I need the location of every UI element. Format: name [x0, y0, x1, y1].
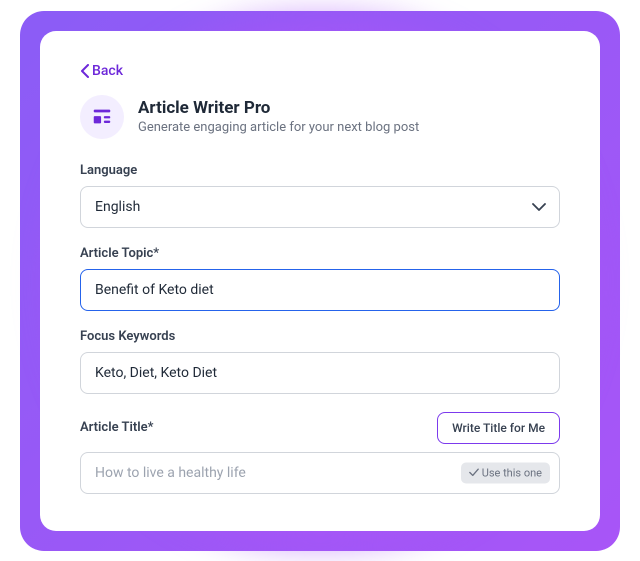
back-label: Back: [92, 63, 123, 79]
chevron-left-icon: [80, 64, 90, 78]
header: Article Writer Pro Generate engaging art…: [80, 95, 560, 139]
article-writer-card: Back Article Writer Pro Generate engagin…: [40, 31, 600, 531]
topic-group: Article Topic*: [80, 246, 560, 311]
check-icon: [469, 468, 479, 478]
language-group: Language English: [80, 163, 560, 228]
page-subtitle: Generate engaging article for your next …: [138, 120, 419, 135]
language-label: Language: [80, 163, 560, 178]
title-group: Article Title* Write Title for Me Use th…: [80, 412, 560, 494]
topic-input[interactable]: [80, 269, 560, 311]
use-this-one-button[interactable]: Use this one: [461, 462, 550, 483]
page-title: Article Writer Pro: [138, 98, 419, 118]
language-select[interactable]: English: [80, 186, 560, 228]
use-badge-label: Use this one: [482, 466, 542, 479]
title-label: Article Title*: [80, 420, 153, 435]
write-title-button[interactable]: Write Title for Me: [437, 412, 560, 444]
topic-label: Article Topic*: [80, 246, 560, 261]
app-icon: [80, 95, 124, 139]
keywords-input[interactable]: [80, 352, 560, 394]
back-button[interactable]: Back: [80, 63, 123, 79]
document-layout-icon: [91, 106, 113, 128]
keywords-group: Focus Keywords: [80, 329, 560, 394]
keywords-label: Focus Keywords: [80, 329, 560, 344]
